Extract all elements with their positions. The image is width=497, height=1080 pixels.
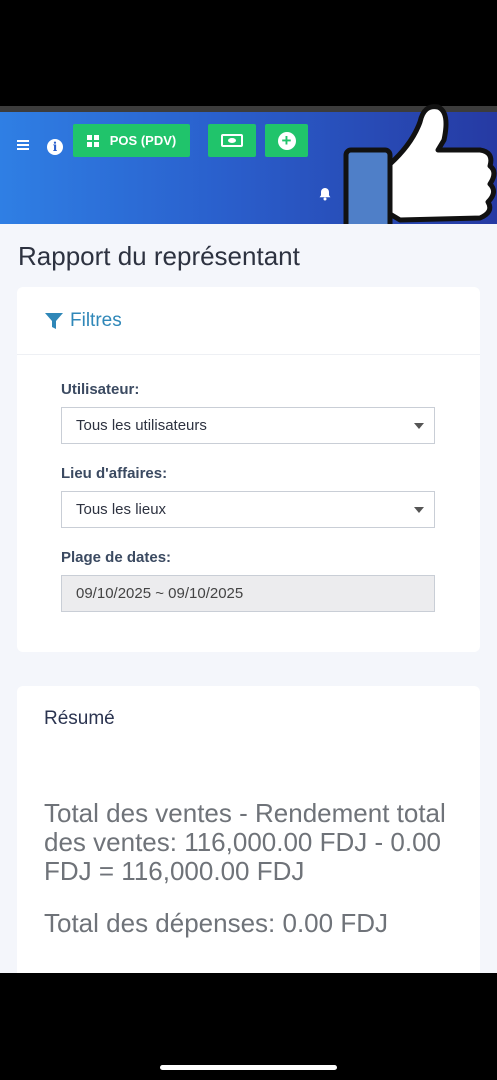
bottom-bar xyxy=(0,973,497,1080)
status-bar xyxy=(0,0,497,106)
date-range-value: 09/10/2025 ~ 09/10/2025 xyxy=(76,585,244,602)
pos-button-label: POS (PDV) xyxy=(109,133,177,148)
filters-card: Filtres Utilisateur: Tous les utilisateu… xyxy=(17,287,480,652)
sales-total-text: Total des ventes - Rendement total des v… xyxy=(44,798,446,886)
menu-icon[interactable] xyxy=(17,140,29,150)
cash-register-button[interactable] xyxy=(208,124,256,157)
summary-title: Résumé xyxy=(44,708,115,729)
chevron-down-icon xyxy=(414,423,424,429)
add-button[interactable]: + xyxy=(265,124,308,157)
grid-icon xyxy=(86,134,99,147)
plus-icon: + xyxy=(277,131,296,150)
filter-icon xyxy=(45,312,63,329)
date-range-label: Plage de dates: xyxy=(61,549,172,566)
user-label: Utilisateur: xyxy=(61,381,140,398)
filters-title: Filtres xyxy=(70,309,122,331)
user-select[interactable]: Tous les utilisateurs xyxy=(61,407,435,444)
pos-button[interactable]: POS (PDV) xyxy=(73,124,190,157)
location-label: Lieu d'affaires: xyxy=(61,465,168,482)
filters-header[interactable]: Filtres xyxy=(17,287,480,355)
page-title: Rapport du représentant xyxy=(18,241,300,271)
thumbs-up-sticker xyxy=(343,104,497,233)
user-select-value: Tous les utilisateurs xyxy=(76,417,207,434)
home-indicator[interactable] xyxy=(160,1065,337,1070)
date-range-input[interactable]: 09/10/2025 ~ 09/10/2025 xyxy=(61,575,435,612)
bell-icon[interactable] xyxy=(318,187,332,201)
expenses-total-text: Total des dépenses: 0.00 FDJ xyxy=(44,908,388,938)
summary-card: Résumé Total des ventes - Rendement tota… xyxy=(17,686,480,973)
location-select[interactable]: Tous les lieux xyxy=(61,491,435,528)
location-select-value: Tous les lieux xyxy=(76,501,167,518)
main-content: Rapport du représentant Filtres Utilisat… xyxy=(0,224,497,973)
money-icon xyxy=(221,134,243,147)
chevron-down-icon xyxy=(414,507,424,513)
info-icon[interactable]: i xyxy=(47,139,63,155)
